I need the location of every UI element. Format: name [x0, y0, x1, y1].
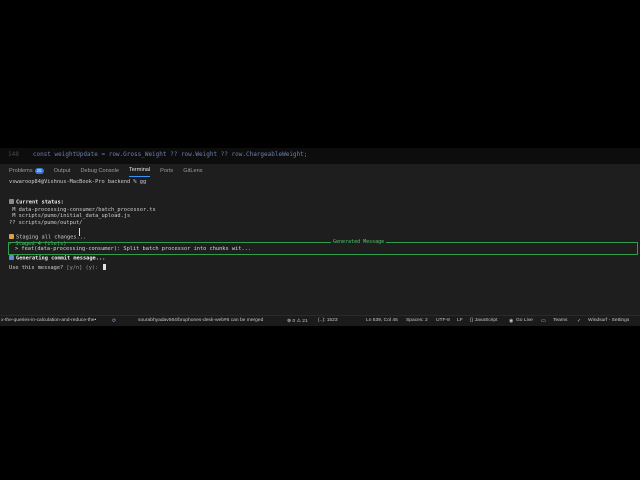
cursor-position[interactable]: Ln 539, Col 45 [366, 318, 398, 323]
problems-count-badge: 25 [34, 167, 44, 174]
teams-button[interactable]: Teams [553, 318, 567, 323]
tab-label: Problems [9, 167, 33, 174]
generated-message-box: Generated Message > feat(data-processing… [8, 239, 638, 255]
tab-output[interactable]: Output [54, 164, 71, 177]
generating-line: Generating commit message... [16, 255, 106, 262]
tab-label: Ports [160, 167, 174, 174]
selection-info[interactable]: {..}: 1523 [318, 318, 338, 323]
tab-label: Output [53, 167, 71, 174]
status-line: M scripts/pumo/initial_data_upload.js [9, 213, 131, 220]
broadcast-icon: ◉ [509, 319, 514, 324]
terminal-cursor [102, 264, 106, 270]
tab-label: Terminal [129, 167, 151, 173]
sync-icon[interactable]: ⟳ [112, 318, 116, 324]
check-icon: ✓ [577, 319, 582, 324]
bottom-panel: Problems 25 Output Debug Console Termina… [0, 164, 640, 315]
clipboard-icon [9, 199, 14, 205]
language-mode[interactable]: {} JavaScript [470, 318, 497, 323]
layout-icon[interactable]: ▭ [541, 318, 546, 324]
prompt-text: Use this message? [9, 265, 67, 271]
problems-indicator[interactable]: ⊗ 0 ⚠ 21 [287, 318, 308, 324]
robot-icon [9, 254, 14, 260]
indentation[interactable]: Spaces: 2 [406, 318, 428, 323]
encoding[interactable]: UTF-8 [436, 318, 450, 323]
tab-problems[interactable]: Problems 25 [9, 164, 44, 177]
package-icon [9, 233, 14, 239]
status-bar: x-the-queries-in-calculation-and-reduce-… [0, 315, 640, 326]
tab-gitlens[interactable]: GitLens [183, 164, 202, 177]
tab-debug-console[interactable]: Debug Console [80, 164, 119, 177]
status-header: Current status: [16, 199, 64, 206]
go-live-button[interactable]: Go Live [516, 318, 533, 323]
branch-name[interactable]: x-the-queries-in-calculation-and-reduce-… [1, 318, 96, 323]
staging-line: Staging all changes... [16, 234, 87, 241]
windsurf-settings[interactable]: Windsurf - Settings [588, 318, 629, 323]
code-text: const weightUpdate = row.Gross_Weight ??… [32, 151, 308, 158]
status-line: M data-processing-consumer/batch_process… [9, 206, 156, 213]
command-line: vswaroop84@Vishnus-MacBook-Pro backend %… [9, 179, 147, 185]
confirm-prompt[interactable]: Use this message? [y/n] (y): [9, 264, 106, 271]
tab-label: Debug Console [80, 167, 120, 174]
generated-message-text: > feat(data-processing-consumer): Split … [15, 246, 251, 252]
pull-request-status[interactable]: sourabhyadav564/bruphones-desk-web#6 can… [138, 318, 263, 323]
editor-strip: 148 const weightUpdate = row.Gross_Weight… [0, 148, 640, 164]
status-line: ?? scripts/pumo/output/ [9, 220, 83, 227]
line-ending[interactable]: LF [457, 318, 463, 323]
generated-message-title: Generated Message [331, 239, 387, 245]
text-cursor-icon [79, 228, 82, 236]
line-number: 148 [8, 151, 19, 158]
editor-code-line: 148 const weightUpdate = row.Gross_Weight… [0, 151, 307, 158]
panel-tabs: Problems 25 Output Debug Console Termina… [0, 164, 640, 177]
tab-terminal[interactable]: Terminal [129, 164, 151, 177]
tab-label: GitLens [183, 167, 203, 174]
prompt-options: [y/n] (y): [66, 265, 102, 271]
tab-ports[interactable]: Ports [160, 164, 173, 177]
